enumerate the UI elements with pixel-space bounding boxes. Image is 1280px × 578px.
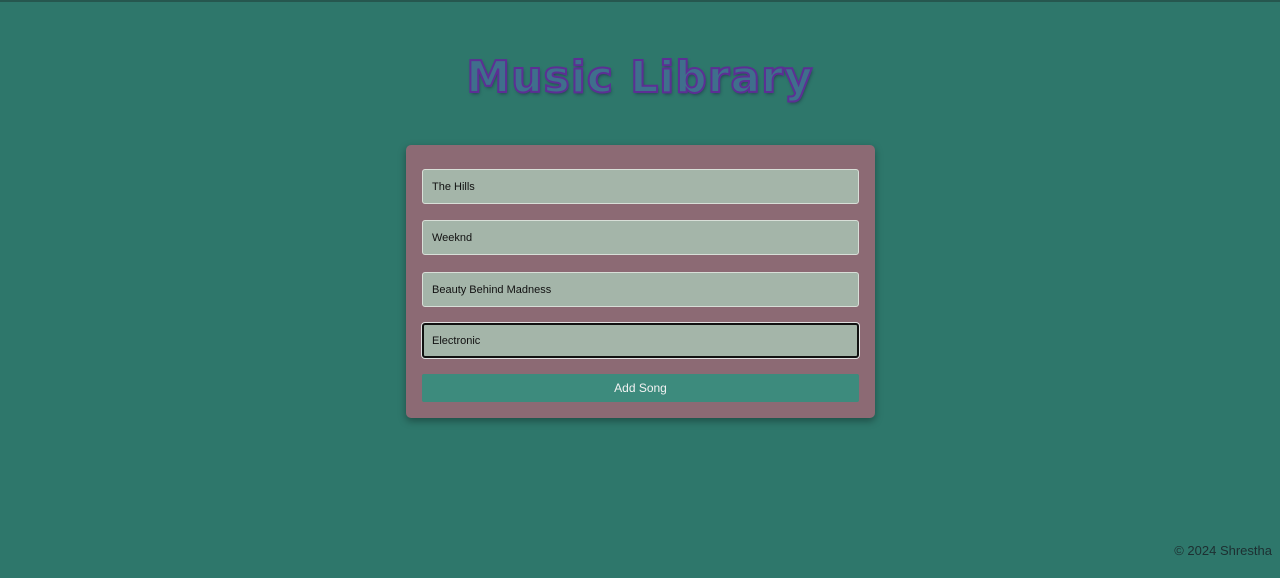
album-input[interactable] bbox=[422, 272, 859, 307]
add-song-form: Add Song bbox=[406, 145, 875, 418]
genre-input[interactable] bbox=[422, 323, 859, 358]
artist-input[interactable] bbox=[422, 220, 859, 255]
add-song-button[interactable]: Add Song bbox=[422, 374, 859, 402]
page-title: Music Library bbox=[465, 51, 814, 104]
song-title-input[interactable] bbox=[422, 169, 859, 204]
footer-copyright: © 2024 Shrestha bbox=[1174, 543, 1272, 558]
top-border bbox=[0, 0, 1280, 2]
